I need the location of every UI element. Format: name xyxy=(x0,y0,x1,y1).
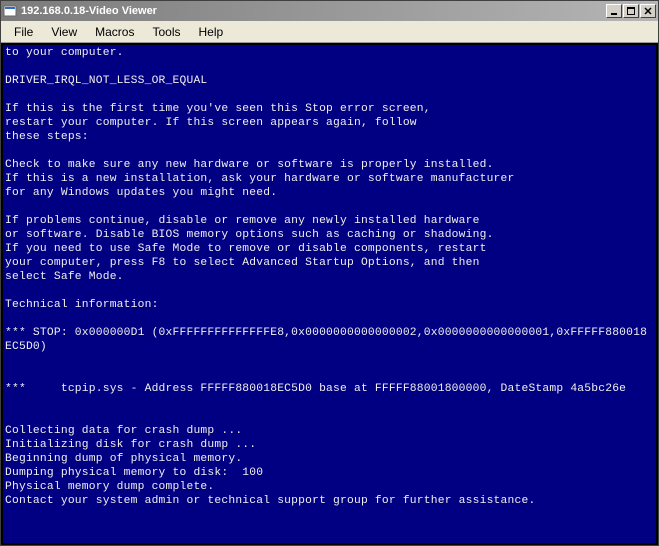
bsod-dump-line: Physical memory dump complete. xyxy=(5,481,214,493)
bsod-dump-line: Dumping physical memory to disk: 100 xyxy=(5,467,263,479)
bsod-module: *** tcpip.sys - Address FFFFF880018EC5D0… xyxy=(5,383,626,395)
bsod-line: for any Windows updates you might need. xyxy=(5,187,277,199)
app-icon xyxy=(3,4,17,18)
bsod-line: restart your computer. If this screen ap… xyxy=(5,117,417,129)
minimize-button[interactable] xyxy=(606,4,622,18)
bsod-dump-line: Contact your system admin or technical s… xyxy=(5,495,535,507)
bsod-line: Check to make sure any new hardware or s… xyxy=(5,159,494,171)
bsod-screen: to your computer. DRIVER_IRQL_NOT_LESS_O… xyxy=(3,45,656,543)
bsod-line: select Safe Mode. xyxy=(5,271,124,283)
window-controls xyxy=(606,4,656,18)
bsod-line: to your computer. xyxy=(5,47,124,59)
bsod-stop-code: *** STOP: 0x000000D1 (0xFFFFFFFFFFFFFFE8… xyxy=(5,327,647,353)
bsod-line: If you need to use Safe Mode to remove o… xyxy=(5,243,487,255)
menu-macros[interactable]: Macros xyxy=(86,23,143,41)
bsod-tech-header: Technical information: xyxy=(5,299,159,311)
bsod-line: If this is the first time you've seen th… xyxy=(5,103,431,115)
bsod-dump-line: Initializing disk for crash dump ... xyxy=(5,439,256,451)
menu-file[interactable]: File xyxy=(5,23,42,41)
bsod-dump-line: Beginning dump of physical memory. xyxy=(5,453,242,465)
menu-help[interactable]: Help xyxy=(190,23,233,41)
window-title: 192.168.0.18-Video Viewer xyxy=(21,5,606,17)
app-window: 192.168.0.18-Video Viewer File View Macr… xyxy=(0,0,659,546)
titlebar[interactable]: 192.168.0.18-Video Viewer xyxy=(1,1,658,21)
bsod-line: or software. Disable BIOS memory options… xyxy=(5,229,494,241)
maximize-button[interactable] xyxy=(623,4,639,18)
menubar: File View Macros Tools Help xyxy=(1,21,658,43)
bsod-error-code: DRIVER_IRQL_NOT_LESS_OR_EQUAL xyxy=(5,75,207,87)
bsod-line: your computer, press F8 to select Advanc… xyxy=(5,257,480,269)
video-content: to your computer. DRIVER_IRQL_NOT_LESS_O… xyxy=(1,43,658,545)
bsod-dump-line: Collecting data for crash dump ... xyxy=(5,425,242,437)
bsod-line: If this is a new installation, ask your … xyxy=(5,173,514,185)
bsod-line: these steps: xyxy=(5,131,89,143)
menu-view[interactable]: View xyxy=(42,23,86,41)
menu-tools[interactable]: Tools xyxy=(143,23,189,41)
bsod-line: If problems continue, disable or remove … xyxy=(5,215,480,227)
close-button[interactable] xyxy=(640,4,656,18)
